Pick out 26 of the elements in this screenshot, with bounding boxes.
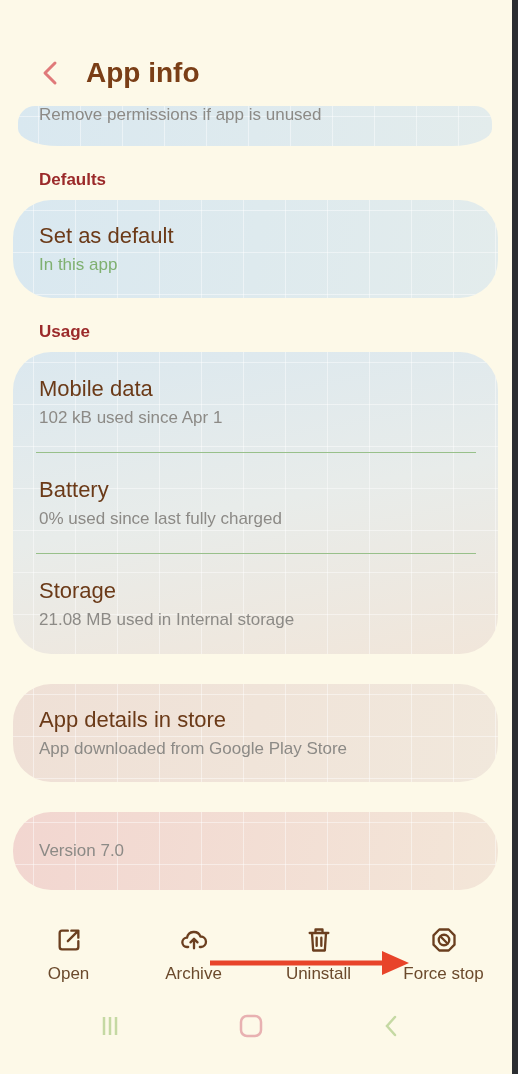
item-subtitle: 21.08 MB used in Internal storage	[39, 610, 296, 630]
item-subtitle: 102 kB used since Apr 1	[39, 408, 224, 428]
item-title: Battery	[39, 477, 110, 503]
action-button[interactable]: Open	[6, 926, 131, 984]
home-icon[interactable]	[239, 1014, 263, 1038]
item-subtitle: 0% used since last fully charged	[39, 509, 283, 529]
section-heading: Usage	[38, 321, 92, 343]
action-button[interactable]: Force stop	[381, 926, 506, 984]
item-title: App details in store	[39, 707, 228, 733]
item-title: Mobile data	[39, 376, 154, 402]
item-subtitle: App downloaded from Google Play Store	[39, 739, 349, 759]
settings-item[interactable]: Set as default In this app	[13, 200, 498, 298]
item-subtitle: In this app	[39, 255, 119, 275]
section-heading: Defaults	[38, 169, 108, 191]
page-title: App info	[86, 57, 200, 89]
item-title: Storage	[39, 578, 118, 604]
stop-icon	[429, 926, 458, 954]
settings-item[interactable]: Battery 0% used since last fully charged	[13, 453, 498, 553]
item-subtitle: Remove permissions if app is unused	[38, 106, 322, 124]
item-title: Set as default	[39, 223, 175, 249]
settings-item[interactable]: Mobile data 102 kB used since Apr 1	[13, 352, 498, 452]
item-subtitle: Version 7.0	[39, 841, 126, 861]
settings-item[interactable]: Storage 21.08 MB used in Internal storage	[13, 554, 498, 654]
action-button[interactable]: Archive	[131, 926, 256, 984]
action-button[interactable]: Uninstall	[256, 926, 381, 984]
settings-item[interactable]: App details in store App downloaded from Google Play Store	[13, 684, 498, 782]
